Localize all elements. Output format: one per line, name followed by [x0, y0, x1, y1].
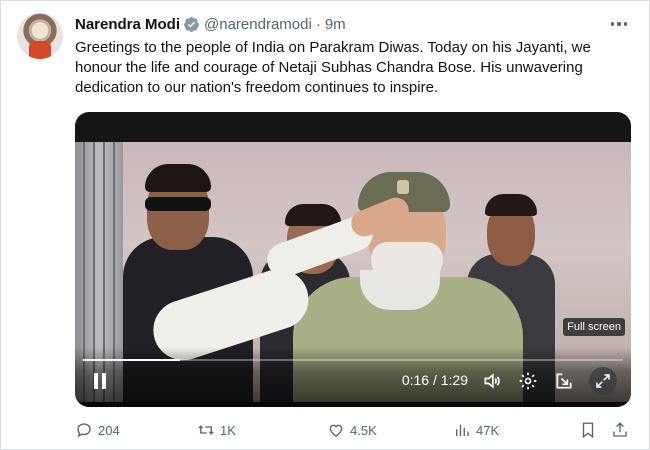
share-icon	[613, 422, 627, 437]
tweet-actions: 204 1K 4.5K 47K	[75, 418, 635, 442]
like-count: 4.5K	[350, 422, 377, 438]
settings-gear-icon[interactable]	[517, 370, 539, 392]
retweet-button[interactable]: 1K	[197, 418, 236, 442]
video-progress-bar[interactable]	[83, 359, 623, 361]
views-chart-icon	[456, 424, 469, 436]
more-options-icon[interactable]	[607, 14, 631, 34]
separator-dot: ·	[315, 15, 321, 33]
pause-icon[interactable]	[89, 370, 111, 392]
video-time-readout: 0:16 / 1:29	[401, 372, 468, 388]
retweet-count: 1K	[220, 422, 236, 438]
video-progress-fill	[83, 359, 181, 361]
views-button[interactable]: 47K	[453, 418, 499, 442]
video-controls: 0:16 / 1:29	[75, 347, 631, 407]
tweet-text: Greetings to the people of India on Para…	[75, 39, 591, 96]
like-button[interactable]: 4.5K	[327, 418, 377, 442]
tweet-timestamp[interactable]: 9m	[325, 16, 346, 33]
verified-badge-icon	[184, 16, 199, 32]
share-button[interactable]	[611, 418, 634, 442]
video-player[interactable]: Full screen 0:16 / 1:29	[75, 112, 631, 407]
tweet-card: Narendra Modi @narendramodi · 9m Greetin…	[0, 0, 650, 450]
author-name[interactable]: Narendra Modi	[75, 16, 180, 33]
tweet-header: Narendra Modi @narendramodi · 9m	[75, 13, 346, 35]
reply-count: 204	[98, 422, 120, 438]
reply-icon	[77, 423, 91, 438]
avatar[interactable]	[17, 13, 63, 59]
reply-button[interactable]: 204	[75, 418, 120, 442]
picture-in-picture-icon[interactable]	[553, 370, 575, 392]
view-count: 47K	[476, 422, 500, 438]
volume-icon[interactable]	[481, 370, 503, 392]
fullscreen-tooltip: Full screen	[563, 318, 625, 336]
heart-icon	[329, 424, 343, 437]
bookmark-button[interactable]	[579, 418, 602, 442]
author-handle[interactable]: @narendramodi	[204, 16, 312, 33]
fullscreen-expand-icon[interactable]	[589, 367, 617, 395]
bookmark-icon	[582, 422, 594, 439]
retweet-icon	[198, 425, 214, 435]
